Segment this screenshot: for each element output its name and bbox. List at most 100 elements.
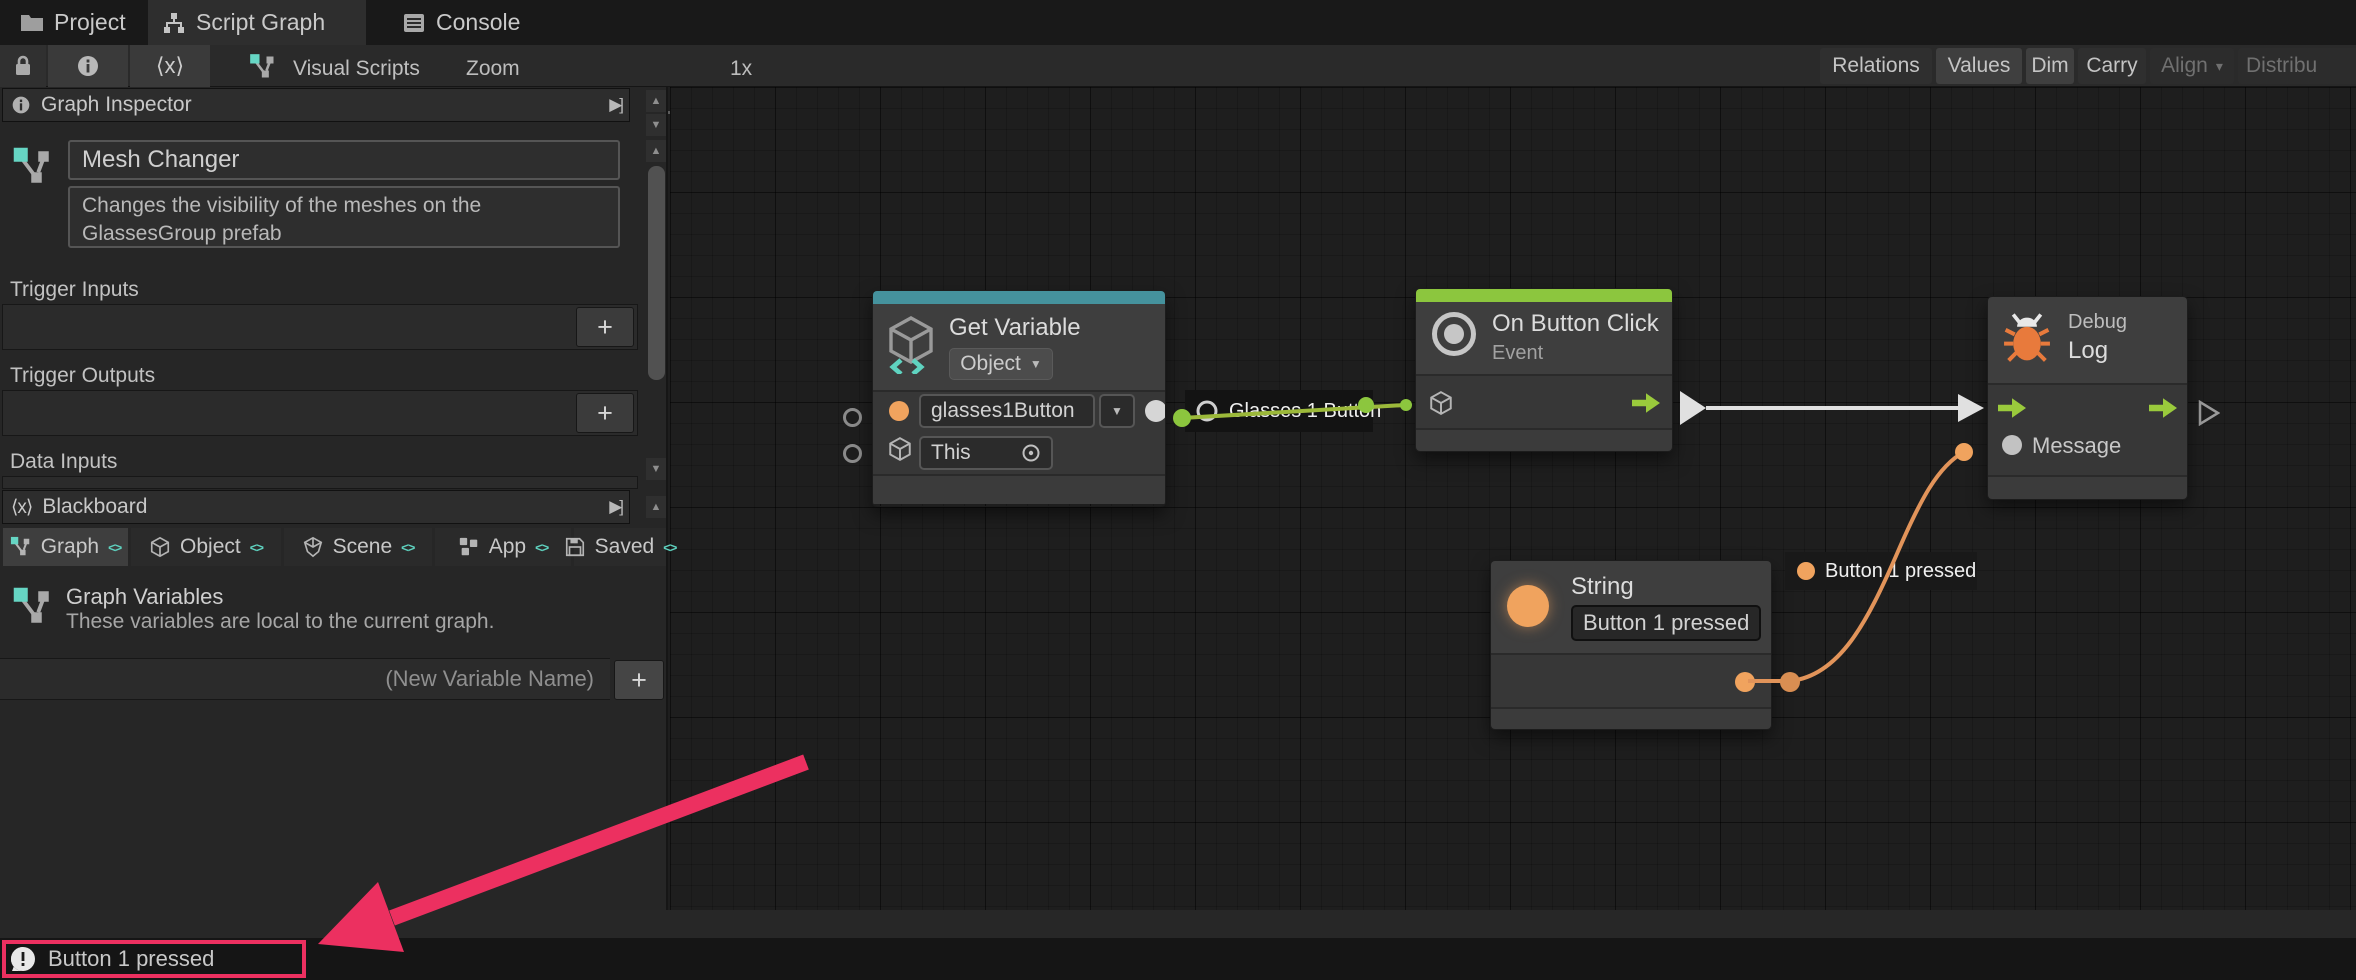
graph-variables-subheading: These variables are local to the current… [66,610,494,634]
graph-variables-icon [12,586,54,628]
value-output-port[interactable] [1145,400,1166,422]
port-label: Message [2032,433,2121,459]
relations-toggle[interactable]: Relations [1820,48,1932,84]
add-trigger-output-button[interactable]: + [576,393,634,433]
script-graph-icon [162,11,186,35]
dock-icon[interactable]: ▶] [609,95,621,115]
section-trigger-inputs: Trigger Inputs [10,278,139,302]
blackboard-header[interactable]: ⟨x⟩ Blackboard ▶] [2,490,630,524]
tab-label: Project [54,9,126,36]
wire-value-label-glasses: Glasses 1 Button [1185,390,1373,432]
node-footer [1416,428,1672,451]
blackboard-tab-app[interactable]: App<> [435,528,571,566]
unconnected-port[interactable] [843,408,862,427]
add-trigger-input-button[interactable]: + [576,307,634,347]
code-view-button[interactable]: ⟨x⟩ [130,45,210,87]
section-trigger-outputs: Trigger Outputs [10,364,155,388]
trigger-inputs-list [2,304,638,350]
variable-name-field[interactable]: glasses1Button [919,394,1095,428]
node-color-bar [873,291,1165,304]
scroll-down-button[interactable]: ▼ [646,114,666,136]
gameobject-cube-icon [1428,390,1454,416]
flow-in-port[interactable] [1998,398,2026,418]
node-get-variable[interactable]: Get Variable Object ▼ glasses1Button ▼ T… [872,290,1166,507]
chevron-down-icon: ▼ [1111,404,1123,418]
node-on-button-click[interactable]: On Button Click Event [1415,288,1673,452]
scroll-up-button[interactable]: ▲ [646,496,666,518]
add-variable-button[interactable]: + [614,660,664,700]
flow-out-port[interactable] [1632,393,1660,413]
unconnected-flow-arrow[interactable] [2198,400,2220,426]
align-dropdown[interactable]: Align ▾ [2150,48,2234,84]
info-button[interactable] [48,45,128,87]
blackboard-tab-saved[interactable]: Saved<> [574,528,666,566]
canvas-bottom-strip [0,910,2356,938]
chevron-down-icon: ▼ [1030,357,1042,371]
carry-toggle[interactable]: Carry [2078,48,2146,84]
folder-icon [20,13,44,33]
panel-title: Blackboard [42,495,147,519]
scene-icon [302,536,324,558]
values-toggle[interactable]: Values [1936,48,2022,84]
bug-icon [2002,313,2052,365]
status-bar[interactable]: Button 1 pressed [0,938,2356,980]
tab-project[interactable]: Project [6,0,140,45]
string-value-icon [1797,562,1815,580]
tab-label: Script Graph [196,9,325,36]
flow-out-port[interactable] [2149,398,2177,418]
tab-script-graph[interactable]: Script Graph [148,0,366,45]
vs-mark: <> [535,540,548,555]
graph-name-field[interactable]: Mesh Changer [68,140,620,180]
scrollbar-thumb[interactable] [648,166,665,380]
scroll-up-button[interactable]: ▲ [646,90,666,112]
blackboard-tab-graph[interactable]: Graph<> [3,528,128,566]
trigger-outputs-list [2,390,638,436]
message-input-port[interactable] [2002,435,2022,455]
scroll-down-button[interactable]: ▼ [646,458,666,480]
lock-button[interactable] [0,45,46,87]
node-footer [1988,475,2187,499]
tab-console[interactable]: Console [388,0,534,45]
button-icon [1432,312,1476,356]
scroll-up-button[interactable]: ▲ [646,140,666,162]
unconnected-port[interactable] [843,444,862,463]
distribute-dropdown[interactable]: Distribu [2238,48,2356,84]
blackboard-tab-object[interactable]: Object<> [131,528,281,566]
blackboard-code-icon: ⟨x⟩ [11,496,32,519]
visual-scripts-icon [248,53,278,81]
new-variable-input[interactable]: (New Variable Name) [0,658,610,700]
floppy-icon [564,536,586,558]
vs-mark: <> [108,540,121,555]
string-type-icon [1507,585,1549,627]
variable-cube-icon [885,316,937,374]
node-category: Debug [2068,311,2127,334]
graph-variables-heading: Graph Variables [66,584,223,610]
node-color-bar [1416,289,1672,302]
dock-icon[interactable]: ▶] [609,497,621,517]
variable-name-port[interactable] [889,401,909,421]
vs-mark: <> [250,540,263,555]
dim-toggle[interactable]: Dim [2026,48,2074,84]
object-value-icon [1195,399,1219,423]
node-debug-log[interactable]: Debug Log Message [1987,296,2188,500]
source-object-field[interactable]: This [919,436,1053,470]
variable-name-dropdown[interactable]: ▼ [1099,394,1135,428]
object-picker-icon[interactable] [1021,443,1041,463]
blackboard-tab-scene[interactable]: Scene<> [284,528,432,566]
tab-label: Console [436,9,520,36]
unity-visual-scripting-window: Project Script Graph Console [0,0,2356,980]
node-footer [873,474,1165,504]
section-data-inputs: Data Inputs [10,450,117,474]
graph-inspector-header[interactable]: Graph Inspector ▶] [2,88,630,122]
graph-description-field[interactable]: Changes the visibility of the meshes on … [68,186,620,248]
gameobject-cube-icon [887,436,913,462]
panel-title: Graph Inspector [41,93,192,117]
variable-scope-dropdown[interactable]: Object ▼ [949,348,1053,380]
string-output-port[interactable] [1735,672,1755,692]
string-value-field[interactable]: Button 1 pressed [1571,605,1761,641]
chevron-down-icon: ▾ [2216,58,2223,75]
graph-variables-icon [10,536,32,558]
node-string-literal[interactable]: String Button 1 pressed [1490,560,1772,730]
lock-icon [13,55,33,77]
info-icon [76,54,100,78]
